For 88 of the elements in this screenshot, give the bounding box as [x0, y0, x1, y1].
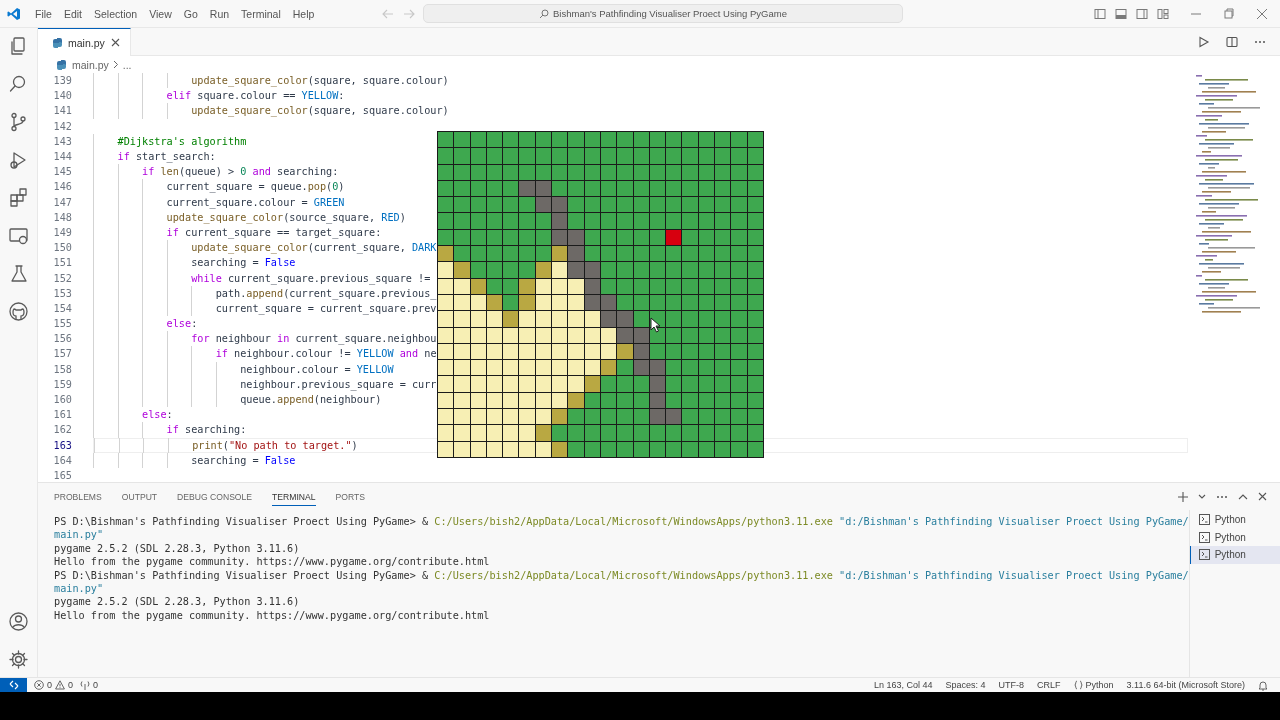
code-line: else:	[166, 318, 198, 330]
status-item[interactable]: 3.11.6 64-bit (Microsoft Store)	[1126, 680, 1245, 690]
menu-item[interactable]: File	[29, 7, 58, 20]
menu-item[interactable]: Edit	[57, 7, 88, 20]
line-number: 152	[52, 272, 72, 284]
line-number: 144	[52, 151, 72, 163]
line-number: 164	[52, 454, 72, 466]
editor-tab[interactable]: main.py	[38, 28, 131, 56]
menu-item[interactable]: Terminal	[235, 7, 287, 20]
code-line: searching = False	[191, 454, 296, 466]
code-line: if neighbour.colour != YELLOW and ne	[215, 348, 437, 360]
breadcrumb-item[interactable]: ...	[122, 58, 132, 71]
line-number: 153	[52, 287, 72, 299]
code-line: queue.append(neighbour)	[240, 394, 382, 406]
line-number: 159	[52, 378, 72, 390]
line-number: 141	[52, 105, 72, 117]
line-number: 156	[52, 333, 72, 345]
line-number: 151	[52, 257, 72, 269]
language-mode[interactable]: Python	[1073, 680, 1114, 690]
terminal-line: Hello from the pygame community. https://www.pygame.org/contribute.html	[54, 555, 491, 569]
terminal-line: Hello from the pygame community. https://www.pygame.org/contribute.html	[54, 608, 491, 623]
ports-indicator[interactable]: 0	[80, 680, 99, 690]
menu-item[interactable]: View	[143, 7, 178, 20]
line-number: 157	[52, 348, 72, 360]
line-number: 143	[52, 135, 72, 147]
panel-tab[interactable]: PROBLEMS	[54, 487, 102, 506]
menu-item[interactable]: Run	[203, 7, 236, 20]
line-number: 145	[52, 166, 72, 178]
menu-item[interactable]: Help	[286, 7, 321, 20]
code-line: current_square = current_square.prev	[215, 302, 437, 314]
terminal-line: PS D:\Bishman's Pathfinding Visualiser Proect Using PyGame> & C:/Users/bish2/AppData/Local/Microsoft/WindowsApps/python3.11.exe "d:/Bishman's Pathfinding Visualiser Proect Using PyGame/	[54, 568, 1189, 582]
line-number: 146	[52, 181, 72, 193]
terminal-line: main.py"	[54, 581, 105, 596]
code-line: neighbour.colour = YELLOW	[240, 363, 394, 375]
status-item[interactable]: Spaces: 4	[945, 680, 986, 690]
line-number: 162	[52, 424, 72, 436]
line-number: 161	[52, 409, 72, 421]
terminal-list-item[interactable]: Python	[1189, 511, 1280, 529]
line-number: 165	[52, 469, 72, 481]
code-line: if start_search:	[117, 151, 216, 163]
code-line: if current_square == target_square:	[166, 226, 382, 238]
breadcrumb-item[interactable]: main.py	[56, 58, 109, 71]
status-item[interactable]: CRLF	[1037, 680, 1061, 690]
code-line: update_square_color(square, square.colour)	[191, 75, 449, 87]
line-number: 160	[52, 394, 72, 406]
terminal-line: pygame 2.5.2 (SDL 2.28.3, Python 3.11.6)	[54, 595, 301, 609]
code-line: if len(queue) > 0 and searching:	[142, 166, 339, 178]
code-line: current_square = queue.pop(0)	[166, 181, 345, 193]
panel-tab[interactable]: PORTS	[335, 487, 365, 506]
line-number: 147	[52, 196, 72, 208]
line-number: 142	[52, 120, 72, 132]
problems-indicator[interactable]: 0 0	[34, 680, 74, 690]
line-number: 148	[52, 211, 72, 223]
terminal-line: main.py"	[54, 528, 105, 542]
code-line: for neighbour in current_square.neighbou	[191, 333, 437, 345]
code-line: if searching:	[166, 424, 247, 436]
panel-tab[interactable]: OUTPUT	[121, 487, 158, 506]
line-number: 158	[52, 363, 72, 375]
code-line: while current_square.previous_square !=	[191, 272, 431, 284]
command-center-search[interactable]: Bishman's Pathfinding Visualiser Proect Using PyGame	[423, 4, 903, 23]
code-line: print("No path to target.")	[192, 439, 358, 451]
terminal-list-item[interactable]: Python	[1189, 546, 1280, 564]
terminal-list-item[interactable]: Python	[1189, 528, 1280, 546]
code-line: update_square_color(source_square, RED)	[166, 211, 406, 223]
status-item[interactable]: Ln 163, Col 44	[874, 680, 933, 690]
code-line: current_square.colour = GREEN	[166, 196, 345, 208]
line-number: 150	[52, 242, 72, 254]
code-line: update_square_color(current_square, DARK	[191, 242, 437, 254]
code-line: path.append(current_square.previous_	[215, 287, 437, 299]
line-number: 163	[52, 439, 72, 451]
code-line: neighbour.previous_square = curr	[240, 378, 437, 390]
line-number: 155	[52, 318, 72, 330]
status-item[interactable]: UTF-8	[998, 680, 1025, 690]
menu-item[interactable]: Go	[177, 7, 204, 20]
panel-tab[interactable]: TERMINAL	[272, 487, 316, 506]
line-number: 154	[52, 302, 72, 314]
code-line: else:	[142, 409, 173, 421]
panel-tab[interactable]: DEBUG CONSOLE	[177, 487, 253, 506]
menu-item[interactable]: Selection	[88, 7, 144, 20]
code-line: elif square.colour == YELLOW:	[166, 90, 345, 102]
line-number: 139	[52, 75, 72, 87]
terminal-line: PS D:\Bishman's Pathfinding Visualiser Proect Using PyGame> & C:/Users/bish2/AppData/Local/Microsoft/WindowsApps/python3.11.exe "d:/Bishman's Pathfinding Visualiser Proect Using PyGame/	[54, 515, 1189, 529]
line-number: 140	[52, 90, 72, 102]
code-line: update_square_color(square, square.colour)	[191, 105, 449, 117]
code-line: #Dijkstra's algorithm	[117, 135, 247, 147]
terminal-line: pygame 2.5.2 (SDL 2.28.3, Python 3.11.6)	[54, 541, 301, 556]
line-number: 149	[52, 226, 72, 238]
code-line: searching = False	[191, 257, 296, 269]
